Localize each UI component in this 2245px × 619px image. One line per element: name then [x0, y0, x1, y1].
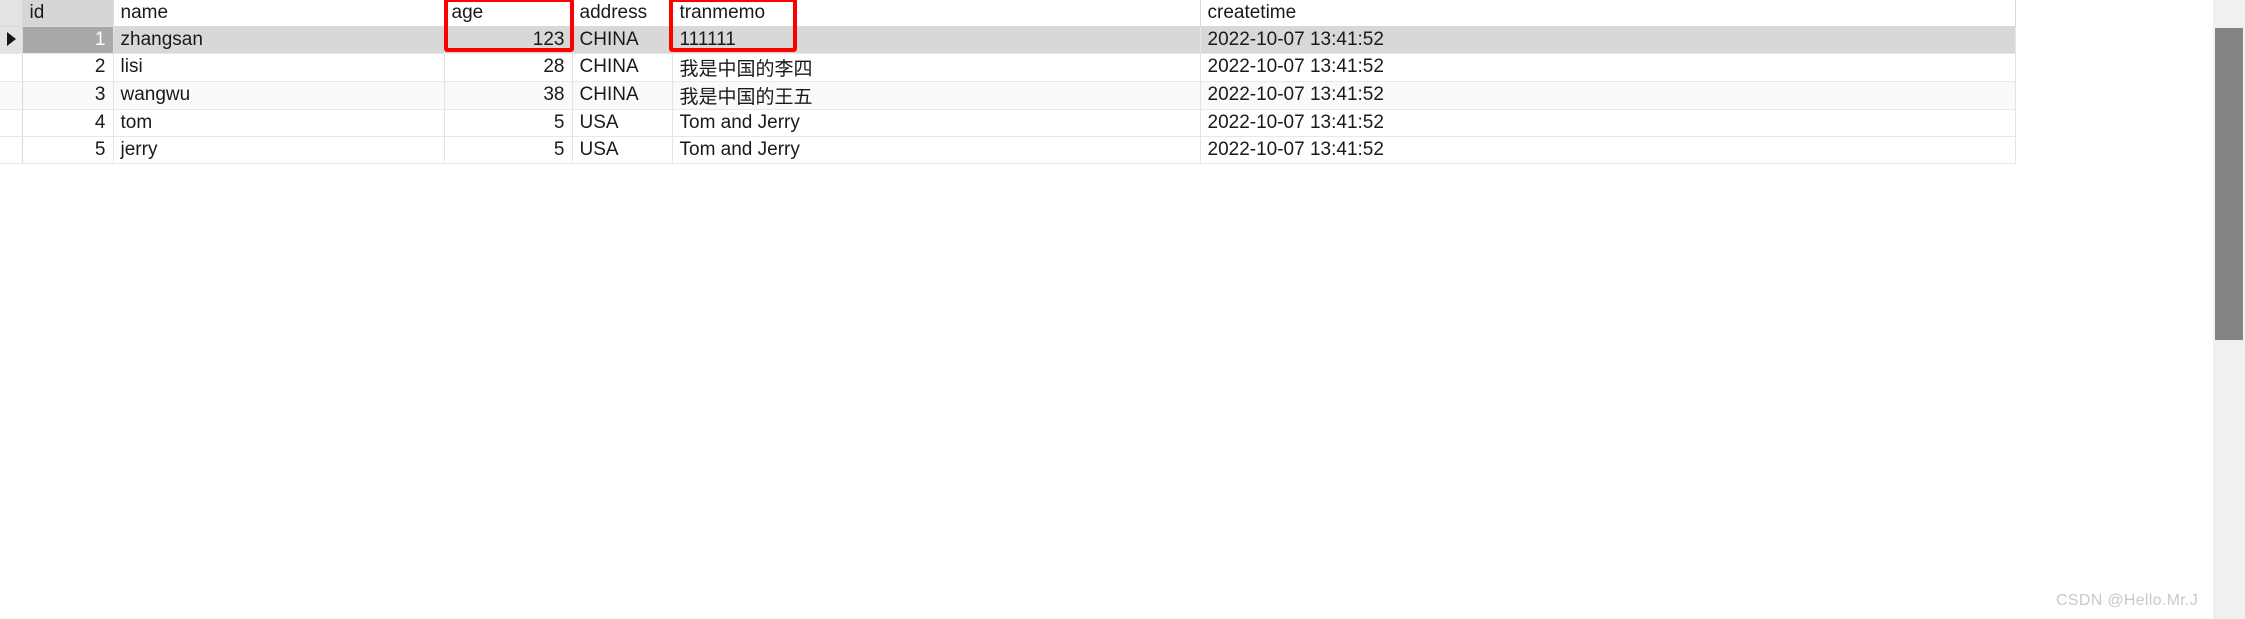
- column-header-tranmemo[interactable]: tranmemo: [672, 0, 1201, 27]
- cell-name[interactable]: lisi: [113, 53, 445, 82]
- cell-createtime[interactable]: 2022-10-07 13:41:52: [1200, 53, 2016, 82]
- row-pointer-cell[interactable]: [0, 136, 23, 164]
- row-pointer-cell[interactable]: [0, 53, 23, 82]
- cell-name[interactable]: zhangsan: [113, 26, 445, 54]
- cell-age[interactable]: 5: [444, 109, 573, 137]
- table-row[interactable]: 1 zhangsan 123 CHINA 111111 2022-10-07 1…: [0, 26, 2016, 54]
- vertical-scrollbar-thumb[interactable]: [2215, 28, 2243, 340]
- current-row-pointer-icon: [7, 32, 17, 47]
- cell-age[interactable]: 123: [444, 26, 573, 54]
- data-grid[interactable]: id name age address tranmemo createtime …: [0, 0, 2016, 164]
- cell-id[interactable]: 3: [22, 81, 114, 110]
- cell-id[interactable]: 5: [22, 136, 114, 164]
- table-row[interactable]: 3 wangwu 38 CHINA 我是中国的王五 2022-10-07 13:…: [0, 81, 2016, 110]
- cell-name[interactable]: jerry: [113, 136, 445, 164]
- cell-createtime[interactable]: 2022-10-07 13:41:52: [1200, 109, 2016, 137]
- cell-address[interactable]: USA: [572, 109, 673, 137]
- column-header-name[interactable]: name: [113, 0, 445, 27]
- cell-id[interactable]: 1: [22, 26, 114, 54]
- cell-createtime[interactable]: 2022-10-07 13:41:52: [1200, 81, 2016, 110]
- cell-id[interactable]: 2: [22, 53, 114, 82]
- grid-body: 1 zhangsan 123 CHINA 111111 2022-10-07 1…: [0, 26, 2016, 164]
- row-pointer-cell[interactable]: [0, 81, 23, 110]
- cell-age[interactable]: 28: [444, 53, 573, 82]
- cell-address[interactable]: CHINA: [572, 26, 673, 54]
- vertical-scrollbar[interactable]: [2213, 0, 2245, 619]
- row-selector-header[interactable]: [0, 0, 23, 27]
- cell-createtime[interactable]: 2022-10-07 13:41:52: [1200, 26, 2016, 54]
- column-header-address[interactable]: address: [572, 0, 673, 27]
- table-row[interactable]: 2 lisi 28 CHINA 我是中国的李四 2022-10-07 13:41…: [0, 53, 2016, 82]
- watermark-text: CSDN @Hello.Mr.J: [2056, 592, 2198, 609]
- cell-id[interactable]: 4: [22, 109, 114, 137]
- column-header-id[interactable]: id: [22, 0, 114, 27]
- grid-header-row: id name age address tranmemo createtime: [0, 0, 2016, 27]
- cell-address[interactable]: USA: [572, 136, 673, 164]
- cell-address[interactable]: CHINA: [572, 81, 673, 110]
- cell-tranmemo[interactable]: 我是中国的李四: [672, 53, 1201, 82]
- row-pointer-cell[interactable]: [0, 109, 23, 137]
- cell-age[interactable]: 5: [444, 136, 573, 164]
- cell-tranmemo[interactable]: Tom and Jerry: [672, 109, 1201, 137]
- table-row[interactable]: 4 tom 5 USA Tom and Jerry 2022-10-07 13:…: [0, 109, 2016, 137]
- cell-tranmemo[interactable]: 我是中国的王五: [672, 81, 1201, 110]
- cell-name[interactable]: wangwu: [113, 81, 445, 110]
- cell-createtime[interactable]: 2022-10-07 13:41:52: [1200, 136, 2016, 164]
- cell-tranmemo[interactable]: Tom and Jerry: [672, 136, 1201, 164]
- table-row[interactable]: 5 jerry 5 USA Tom and Jerry 2022-10-07 1…: [0, 136, 2016, 164]
- cell-address[interactable]: CHINA: [572, 53, 673, 82]
- data-grid-viewport[interactable]: id name age address tranmemo createtime …: [0, 0, 2213, 619]
- cell-name[interactable]: tom: [113, 109, 445, 137]
- row-pointer-cell[interactable]: [0, 26, 23, 54]
- column-header-age[interactable]: age: [444, 0, 573, 27]
- cell-age[interactable]: 38: [444, 81, 573, 110]
- cell-tranmemo[interactable]: 111111: [672, 26, 1201, 54]
- column-header-createtime[interactable]: createtime: [1200, 0, 2016, 27]
